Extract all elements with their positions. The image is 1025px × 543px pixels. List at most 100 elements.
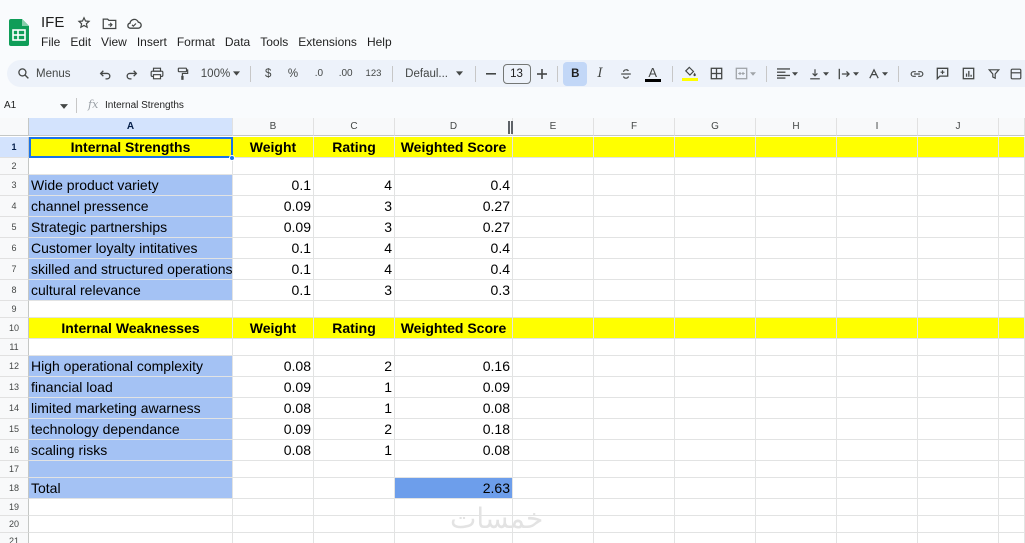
cell-f13[interactable]	[594, 377, 675, 398]
cell-d11[interactable]	[395, 339, 513, 356]
cell-e5[interactable]	[513, 217, 594, 238]
cell-c15[interactable]: 2	[314, 419, 395, 440]
cell-b9[interactable]	[233, 301, 314, 318]
cell-g12[interactable]	[675, 356, 756, 377]
cell-d2[interactable]	[395, 158, 513, 175]
cell-k21[interactable]	[999, 533, 1025, 543]
cell-k14[interactable]	[999, 398, 1025, 419]
cell-g21[interactable]	[675, 533, 756, 543]
cell-j16[interactable]	[918, 440, 999, 461]
cell-g5[interactable]	[675, 217, 756, 238]
cell-c4[interactable]: 3	[314, 196, 395, 217]
row-header-7[interactable]: 7	[0, 259, 29, 280]
print-button[interactable]	[144, 62, 170, 86]
cell-i20[interactable]	[837, 516, 918, 533]
insert-link-button[interactable]	[904, 62, 930, 86]
redo-button[interactable]	[118, 62, 144, 86]
cell-e15[interactable]	[513, 419, 594, 440]
cell-j2[interactable]	[918, 158, 999, 175]
cell-e13[interactable]	[513, 377, 594, 398]
cell-i19[interactable]	[837, 499, 918, 516]
cell-f5[interactable]	[594, 217, 675, 238]
cell-a7[interactable]: skilled and structured operations	[29, 259, 233, 280]
cell-a18[interactable]: Total	[29, 478, 233, 499]
row-header-20[interactable]: 20	[0, 516, 29, 533]
cell-b18[interactable]	[233, 478, 314, 499]
cell-k9[interactable]	[999, 301, 1025, 318]
cell-c6[interactable]: 4	[314, 238, 395, 259]
cell-a13[interactable]: financial load	[29, 377, 233, 398]
cell-b6[interactable]: 0.1	[233, 238, 314, 259]
cell-d9[interactable]	[395, 301, 513, 318]
column-header-g[interactable]: G	[675, 118, 756, 136]
cell-g17[interactable]	[675, 461, 756, 478]
cell-i18[interactable]	[837, 478, 918, 499]
menu-tools[interactable]: Tools	[260, 35, 293, 49]
cell-g7[interactable]	[675, 259, 756, 280]
row-header-21[interactable]: 21	[0, 533, 29, 543]
cell-d8[interactable]: 0.3	[395, 280, 513, 301]
cell-g6[interactable]	[675, 238, 756, 259]
document-title[interactable]: IFE	[41, 14, 64, 31]
sheets-logo-icon[interactable]	[9, 19, 29, 46]
format-percent-button[interactable]: %	[280, 62, 306, 86]
cell-d13[interactable]: 0.09	[395, 377, 513, 398]
cell-f17[interactable]	[594, 461, 675, 478]
cell-j6[interactable]	[918, 238, 999, 259]
cell-h9[interactable]	[756, 301, 837, 318]
cell-j5[interactable]	[918, 217, 999, 238]
cell-e4[interactable]	[513, 196, 594, 217]
cell-j18[interactable]	[918, 478, 999, 499]
cell-e3[interactable]	[513, 175, 594, 196]
cell-e14[interactable]	[513, 398, 594, 419]
cell-k19[interactable]	[999, 499, 1025, 516]
freeze-handle[interactable]	[508, 121, 513, 134]
cell-k12[interactable]	[999, 356, 1025, 377]
cell-e12[interactable]	[513, 356, 594, 377]
cell-i1[interactable]	[837, 137, 918, 158]
more-formats-button[interactable]: 123	[360, 62, 388, 86]
cell-a19[interactable]	[29, 499, 233, 516]
menus-search-button[interactable]: Menus	[7, 62, 92, 86]
cell-f18[interactable]	[594, 478, 675, 499]
cell-k6[interactable]	[999, 238, 1025, 259]
cell-c11[interactable]	[314, 339, 395, 356]
column-header-h[interactable]: H	[756, 118, 837, 136]
text-wrapping-button[interactable]	[834, 62, 864, 86]
cell-b5[interactable]: 0.09	[233, 217, 314, 238]
cell-a21[interactable]	[29, 533, 233, 543]
cell-i6[interactable]	[837, 238, 918, 259]
merge-cells-button[interactable]	[729, 62, 761, 86]
decrease-font-size-button[interactable]	[481, 62, 501, 86]
cell-k11[interactable]	[999, 339, 1025, 356]
cell-j14[interactable]	[918, 398, 999, 419]
cell-c17[interactable]	[314, 461, 395, 478]
cell-f3[interactable]	[594, 175, 675, 196]
increase-font-size-button[interactable]	[532, 62, 552, 86]
cell-i21[interactable]	[837, 533, 918, 543]
cell-g4[interactable]	[675, 196, 756, 217]
cell-g10[interactable]	[675, 318, 756, 339]
cell-d10[interactable]: Weighted Score	[395, 318, 513, 339]
cell-k15[interactable]	[999, 419, 1025, 440]
text-color-button[interactable]: A	[639, 62, 667, 86]
horizontal-align-button[interactable]	[772, 62, 804, 86]
cell-j12[interactable]	[918, 356, 999, 377]
cell-h6[interactable]	[756, 238, 837, 259]
format-currency-button[interactable]: $	[256, 62, 280, 86]
cell-d12[interactable]: 0.16	[395, 356, 513, 377]
cell-k20[interactable]	[999, 516, 1025, 533]
cell-b12[interactable]: 0.08	[233, 356, 314, 377]
cell-b16[interactable]: 0.08	[233, 440, 314, 461]
row-header-16[interactable]: 16	[0, 440, 29, 461]
strikethrough-button[interactable]	[613, 62, 639, 86]
cell-b7[interactable]: 0.1	[233, 259, 314, 280]
row-header-1[interactable]: 1	[0, 137, 29, 158]
insert-chart-button[interactable]	[956, 62, 982, 86]
cell-b11[interactable]	[233, 339, 314, 356]
cell-c5[interactable]: 3	[314, 217, 395, 238]
menu-extensions[interactable]: Extensions	[298, 35, 362, 49]
borders-button[interactable]	[703, 62, 729, 86]
select-all-corner[interactable]	[0, 118, 29, 136]
cell-h10[interactable]	[756, 318, 837, 339]
